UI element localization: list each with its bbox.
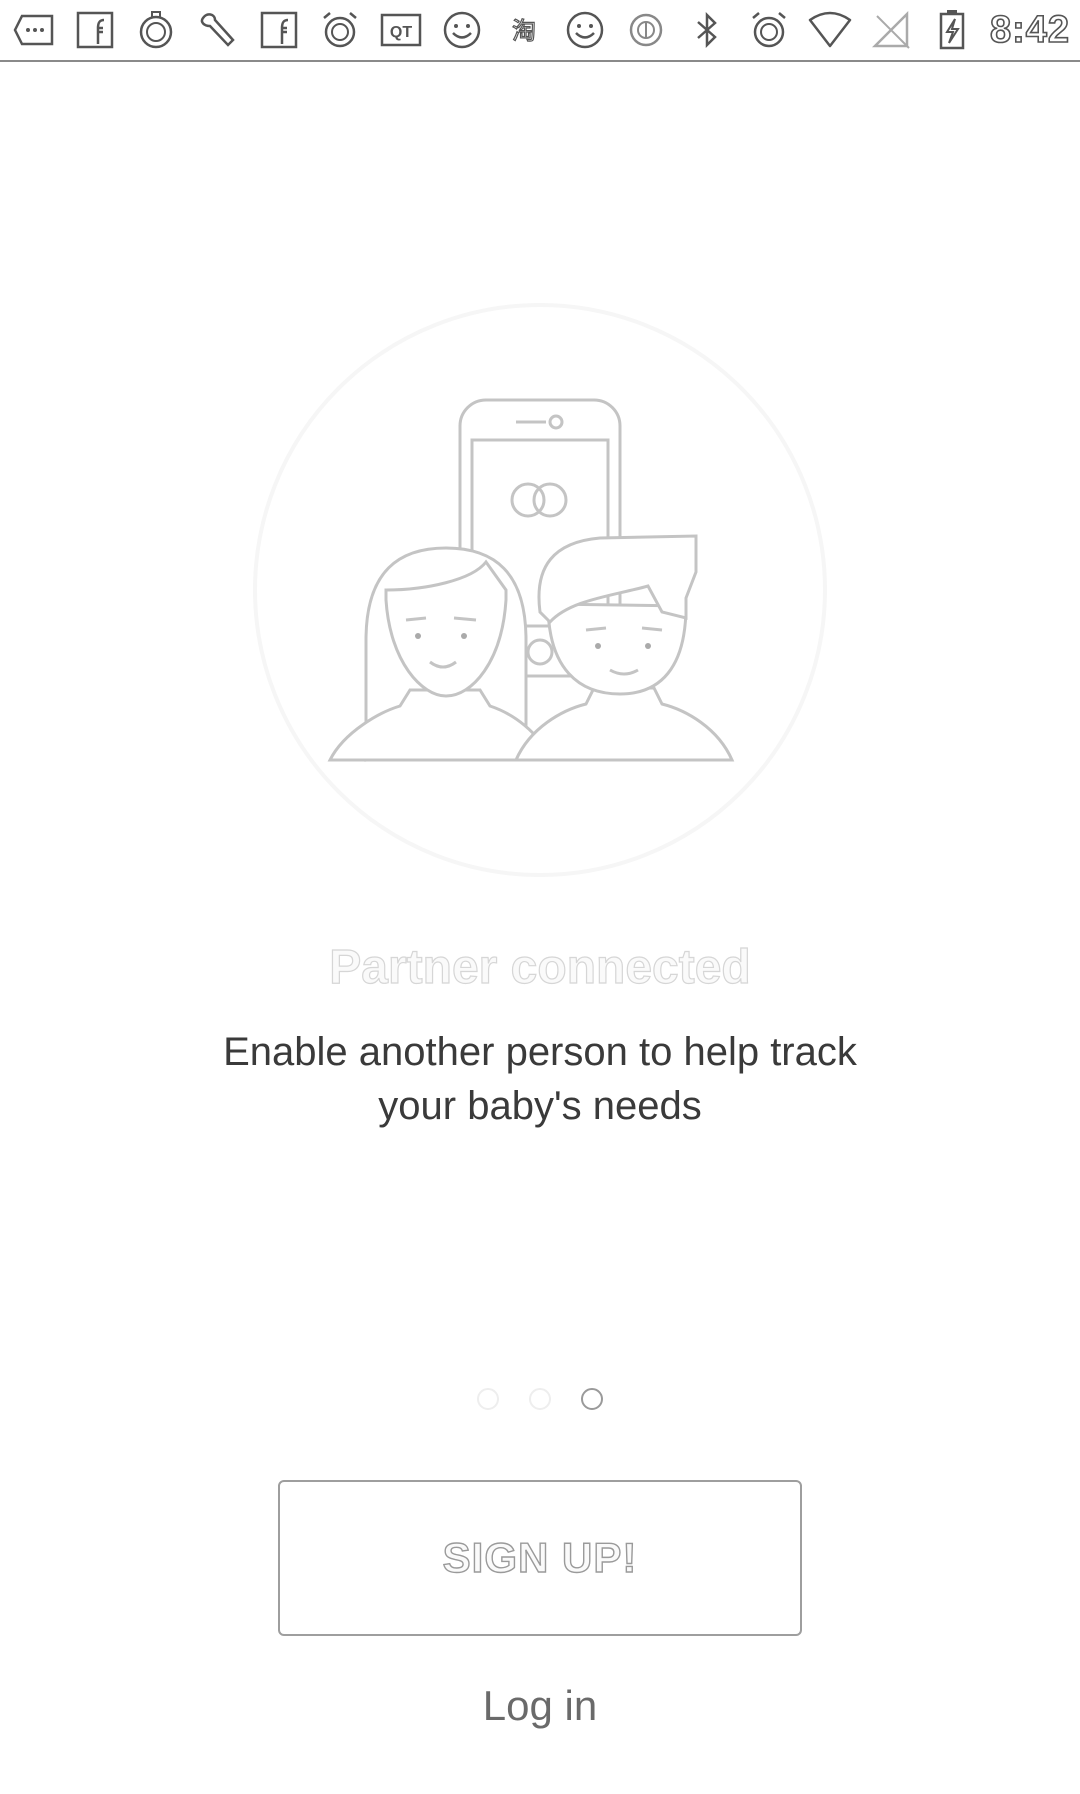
svg-text:QT: QT bbox=[390, 24, 412, 41]
page-indicator bbox=[0, 1388, 1080, 1410]
status-bar: QT 淘 8:42 bbox=[0, 0, 1080, 62]
page-dot[interactable] bbox=[477, 1388, 499, 1410]
more-icon bbox=[10, 6, 57, 54]
sync-icon bbox=[623, 6, 670, 54]
alarm-icon bbox=[316, 6, 363, 54]
clock-time: 8:42 bbox=[989, 8, 1071, 52]
bluetooth-icon bbox=[684, 6, 731, 54]
onboarding-description: Enable another person to help track your… bbox=[223, 1030, 857, 1128]
page-dot[interactable] bbox=[529, 1388, 551, 1410]
wifi-icon bbox=[806, 6, 853, 54]
no-signal-icon bbox=[868, 6, 915, 54]
taobao-icon: 淘 bbox=[500, 6, 547, 54]
alarm-icon bbox=[745, 6, 792, 54]
onboarding-title: Partner connected bbox=[329, 940, 752, 994]
partner-illustration bbox=[250, 300, 830, 880]
facebook-icon bbox=[71, 6, 118, 54]
qt-icon: QT bbox=[378, 6, 425, 54]
smiley-icon bbox=[439, 6, 486, 54]
stopwatch-icon bbox=[133, 6, 180, 54]
svg-text:淘: 淘 bbox=[512, 17, 536, 45]
login-link[interactable]: Log in bbox=[0, 1682, 1080, 1730]
wrench-icon bbox=[194, 6, 241, 54]
smiley-icon bbox=[561, 6, 608, 54]
signup-button[interactable]: SIGN UP! bbox=[278, 1480, 802, 1636]
page-dot-active[interactable] bbox=[581, 1388, 603, 1410]
battery-charging-icon bbox=[929, 6, 976, 54]
facebook-icon bbox=[255, 6, 302, 54]
